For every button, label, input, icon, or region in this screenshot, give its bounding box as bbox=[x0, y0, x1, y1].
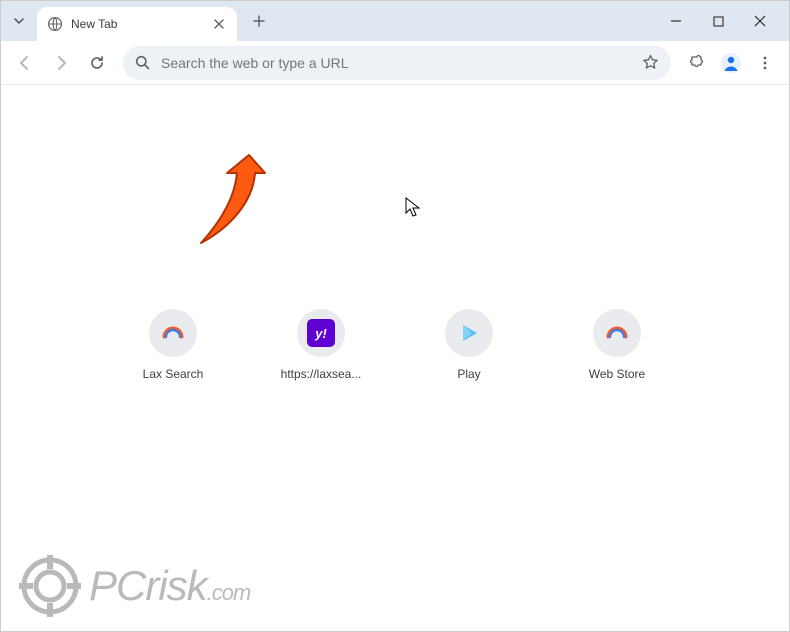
new-tab-button[interactable] bbox=[245, 7, 273, 35]
browser-window: New Tab bbox=[0, 0, 790, 632]
omnibox-input[interactable] bbox=[161, 55, 631, 71]
close-window-button[interactable] bbox=[743, 7, 777, 35]
shortcut-label: Play bbox=[457, 367, 480, 381]
shortcut-icon-container bbox=[149, 309, 197, 357]
close-icon bbox=[754, 15, 766, 27]
arrow-right-icon bbox=[52, 54, 70, 72]
reload-button[interactable] bbox=[81, 47, 113, 79]
new-tab-page: Lax Search y! https://laxsea... Play Web… bbox=[1, 85, 789, 631]
watermark-text: PCrisk.com bbox=[89, 562, 250, 610]
cursor-icon bbox=[405, 197, 421, 222]
shortcut-label: Lax Search bbox=[143, 367, 204, 381]
minimize-button[interactable] bbox=[659, 7, 693, 35]
close-tab-button[interactable] bbox=[211, 16, 227, 32]
shortcut-icon-container: y! bbox=[297, 309, 345, 357]
minimize-icon bbox=[670, 15, 682, 27]
shortcut-lax-search[interactable]: Lax Search bbox=[125, 309, 221, 381]
star-icon bbox=[642, 54, 659, 71]
shortcuts-row: Lax Search y! https://laxsea... Play Web… bbox=[1, 309, 789, 381]
chrome-menu-button[interactable] bbox=[749, 47, 781, 79]
more-vert-icon bbox=[757, 55, 773, 71]
shortcut-icon-container bbox=[445, 309, 493, 357]
profile-button[interactable] bbox=[717, 49, 745, 77]
target-icon bbox=[19, 555, 81, 617]
puzzle-icon bbox=[689, 54, 706, 71]
avatar-icon bbox=[720, 52, 742, 74]
annotation-arrow bbox=[179, 145, 299, 270]
shortcut-icon-container bbox=[593, 309, 641, 357]
shortcut-laxsearch-url[interactable]: y! https://laxsea... bbox=[273, 309, 369, 381]
close-icon bbox=[214, 19, 224, 29]
chevron-down-icon bbox=[13, 15, 25, 27]
maximize-button[interactable] bbox=[701, 7, 735, 35]
yahoo-icon: y! bbox=[307, 319, 335, 347]
toolbar bbox=[1, 41, 789, 85]
bookmark-button[interactable] bbox=[641, 54, 659, 72]
arc-icon bbox=[160, 320, 186, 346]
tab-strip: New Tab bbox=[1, 1, 789, 41]
extensions-button[interactable] bbox=[681, 47, 713, 79]
arc-icon bbox=[604, 320, 630, 346]
forward-button[interactable] bbox=[45, 47, 77, 79]
maximize-icon bbox=[713, 16, 724, 27]
shortcut-play[interactable]: Play bbox=[421, 309, 517, 381]
watermark-suffix: .com bbox=[207, 580, 251, 605]
tab-title: New Tab bbox=[71, 17, 203, 31]
search-icon bbox=[135, 55, 151, 71]
address-bar[interactable] bbox=[123, 46, 671, 80]
globe-icon bbox=[47, 16, 63, 32]
shortcut-web-store[interactable]: Web Store bbox=[569, 309, 665, 381]
window-controls bbox=[659, 7, 785, 35]
play-store-icon bbox=[457, 321, 481, 345]
back-button[interactable] bbox=[9, 47, 41, 79]
browser-tab[interactable]: New Tab bbox=[37, 7, 237, 41]
arrow-left-icon bbox=[16, 54, 34, 72]
tab-search-button[interactable] bbox=[5, 7, 33, 35]
shortcut-label: Web Store bbox=[589, 367, 645, 381]
shortcut-label: https://laxsea... bbox=[281, 367, 362, 381]
watermark-brand: PCrisk bbox=[89, 562, 207, 609]
plus-icon bbox=[253, 15, 265, 27]
watermark: PCrisk.com bbox=[19, 555, 250, 617]
reload-icon bbox=[88, 54, 106, 72]
